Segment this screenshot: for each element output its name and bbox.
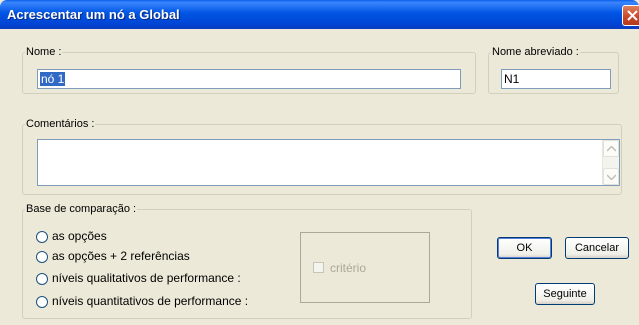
nome-abreviado-input[interactable]: N1 xyxy=(501,69,611,89)
arrow-up-icon xyxy=(607,146,616,152)
window-title: Acrescentar um nó a Global xyxy=(7,7,180,22)
scroll-down-button[interactable] xyxy=(603,168,619,185)
title-bar[interactable]: Acrescentar um nó a Global xyxy=(0,0,639,29)
radio-circle[interactable] xyxy=(36,251,48,263)
comentarios-scrollbar[interactable] xyxy=(602,140,619,185)
cancelar-label: Cancelar xyxy=(574,242,620,254)
arrow-down-icon xyxy=(607,174,616,180)
radio-circle[interactable] xyxy=(36,273,48,285)
cancelar-button[interactable]: Cancelar xyxy=(565,237,629,259)
criterio-label: critério xyxy=(330,261,367,275)
criterio-checkbox[interactable] xyxy=(313,262,324,273)
seguinte-label: Seguinte xyxy=(543,288,587,300)
ok-button[interactable]: OK xyxy=(497,237,552,259)
radio-label: as opções + 2 referências xyxy=(52,249,190,263)
nome-value: nó 1 xyxy=(40,72,66,86)
radio-label: as opções xyxy=(52,229,107,243)
radio-label: níveis qualitativos de performance : xyxy=(52,271,241,285)
nome-abreviado-value: N1 xyxy=(504,72,520,86)
comentarios-label: Comentários : xyxy=(26,118,95,130)
base-comparacao-label: Base de comparação : xyxy=(26,203,137,215)
ok-label: OK xyxy=(516,242,533,254)
scroll-up-button[interactable] xyxy=(603,140,619,157)
close-button[interactable] xyxy=(622,5,639,26)
dialog-body: Nome : nó 1 Nome abreviado : N1 Comentár… xyxy=(0,29,639,325)
dialog-window: Acrescentar um nó a Global Nome : nó 1 N… xyxy=(0,0,639,325)
nome-label: Nome : xyxy=(26,46,62,58)
radio-label: níveis quantitativos de performance : xyxy=(52,294,249,308)
nome-abreviado-label: Nome abreviado : xyxy=(492,46,579,58)
comentarios-textarea[interactable] xyxy=(37,139,620,186)
seguinte-button[interactable]: Seguinte xyxy=(535,283,595,305)
close-icon xyxy=(627,10,638,21)
radio-circle[interactable] xyxy=(36,231,48,243)
nome-input[interactable]: nó 1 xyxy=(37,69,461,89)
radio-circle[interactable] xyxy=(36,296,48,308)
